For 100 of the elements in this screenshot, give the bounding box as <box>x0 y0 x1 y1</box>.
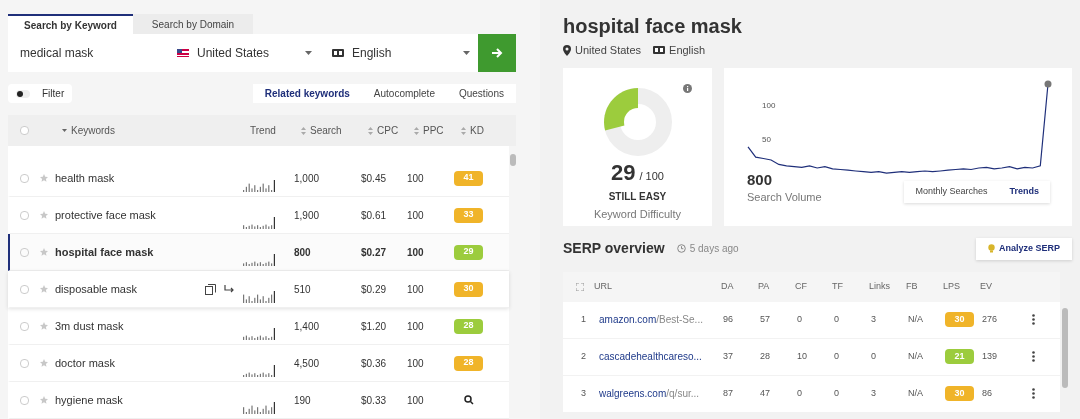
metric-value: 57 <box>760 312 771 326</box>
kebab-menu-icon[interactable] <box>1032 388 1035 399</box>
cpc-value: $0.29 <box>361 282 388 297</box>
ppc-value: 100 <box>407 393 425 408</box>
keyword-text[interactable]: 3m dust mask <box>55 317 124 335</box>
star-icon[interactable] <box>40 248 48 256</box>
keyword-text[interactable]: disposable mask <box>55 280 137 298</box>
search-tab[interactable]: Search by Keyword <box>8 14 133 35</box>
search-volume: 190 <box>294 393 312 408</box>
checkbox[interactable] <box>20 173 29 183</box>
metric-value: 0 <box>871 349 877 363</box>
checkbox[interactable] <box>20 321 29 331</box>
keyword-input[interactable]: medical mask <box>8 44 165 63</box>
filter-toggle[interactable]: Filter <box>8 84 73 104</box>
caret-icon <box>305 51 312 56</box>
star-icon[interactable] <box>40 285 48 293</box>
axis-label: 50 <box>762 133 772 146</box>
keyword-text[interactable]: health mask <box>55 169 115 187</box>
search-icon[interactable] <box>464 395 474 405</box>
volume-tab[interactable]: Trends <box>998 180 1050 203</box>
metric-value: 47 <box>760 386 771 400</box>
url-link[interactable]: amazon.com/Best-Se... <box>599 312 723 327</box>
ev-value: 139 <box>982 349 999 363</box>
star-icon[interactable] <box>40 174 48 182</box>
sort-icon[interactable] <box>368 127 373 136</box>
keyword-row[interactable]: disposable mask 510 $0.29 100 30 <box>8 271 509 308</box>
trend-sparkline <box>243 289 277 303</box>
search-header[interactable]: Search <box>301 123 368 139</box>
ppc-value: 100 <box>407 245 425 260</box>
star-icon[interactable] <box>40 396 48 404</box>
kd-header[interactable]: KD <box>461 123 484 139</box>
star-icon[interactable] <box>40 359 48 367</box>
sort-icon[interactable] <box>301 127 306 136</box>
search-volume: 4,500 <box>294 356 321 371</box>
keyword-row[interactable]: hospital face mask 800 $0.27 100 29 <box>8 234 509 271</box>
checkbox[interactable] <box>20 358 29 368</box>
list-tab[interactable]: Autocomplete <box>361 84 447 104</box>
metric-value: N/A <box>908 349 924 363</box>
point-marker <box>1044 80 1052 87</box>
caret-icon <box>463 51 470 56</box>
keyword-text[interactable]: hospital face mask <box>55 243 154 261</box>
keyword-row[interactable]: 3m dust mask 1,400 $1.20 100 28 <box>8 308 509 345</box>
column-header: PA <box>758 279 771 293</box>
ev-value: 86 <box>982 386 993 400</box>
keyword-text[interactable]: hygiene mask <box>55 391 123 409</box>
url-link[interactable]: walgreens.com/q/sur... <box>599 386 723 401</box>
ppc-value: 100 <box>407 282 425 297</box>
volume-value: 800 <box>747 170 774 189</box>
trend-sparkline <box>243 215 277 229</box>
keyword-text[interactable]: protective face mask <box>55 206 156 224</box>
country-text: United States <box>575 43 642 58</box>
cpc-value: $0.61 <box>361 208 388 223</box>
ppc-value: 100 <box>407 319 425 334</box>
cpc-value: $1.20 <box>361 319 388 334</box>
trend-sparkline <box>243 252 277 266</box>
bulb-icon <box>987 244 995 253</box>
expand-icon[interactable] <box>576 282 584 291</box>
sort-icon[interactable] <box>461 127 466 136</box>
kebab-menu-icon[interactable] <box>1032 351 1035 362</box>
scrollbar-thumb[interactable] <box>510 154 516 166</box>
metric-value: 0 <box>834 349 840 363</box>
checkbox[interactable] <box>20 210 29 220</box>
keywords-header[interactable]: Keywords <box>71 123 115 139</box>
search-tab[interactable]: Search by Domain <box>133 14 253 35</box>
keyword-row[interactable]: hygiene mask 190 $0.33 100 <box>8 382 509 419</box>
keyword-row[interactable]: health mask 1,000 $0.45 100 41 <box>8 160 509 197</box>
rank-number: 2 <box>581 349 587 363</box>
language-icon <box>653 46 666 55</box>
search-volume: 800 <box>294 245 312 260</box>
list-tab[interactable]: Related keywords <box>252 84 362 104</box>
analyze-serp-button[interactable]: Analyze SERP <box>975 237 1072 260</box>
volume-tab[interactable]: Monthly Searches <box>904 180 999 203</box>
url-link[interactable]: cascadehealthcareso... <box>599 349 723 364</box>
kebab-menu-icon[interactable] <box>1032 314 1035 325</box>
info-icon[interactable] <box>683 83 692 93</box>
search-volume: 510 <box>294 282 312 297</box>
ppc-value: 100 <box>407 356 425 371</box>
kd-badge: 29 <box>454 244 483 260</box>
ev-value: 276 <box>982 312 999 326</box>
list-tab[interactable]: Questions <box>446 84 516 104</box>
checkbox[interactable] <box>20 126 29 136</box>
keyword-text[interactable]: doctor mask <box>55 354 115 372</box>
lps-badge: 30 <box>945 312 974 327</box>
arrow-right-icon <box>491 47 503 60</box>
search-button[interactable] <box>478 34 516 73</box>
star-icon[interactable] <box>40 211 48 219</box>
ppc-header[interactable]: PPC <box>414 123 461 139</box>
checkbox[interactable] <box>20 395 29 405</box>
cpc-header[interactable]: CPC <box>368 123 414 139</box>
arrow-icon[interactable] <box>224 285 235 293</box>
copy-icon[interactable] <box>205 283 216 295</box>
metric-value: 0 <box>834 312 840 326</box>
sort-icon[interactable] <box>414 127 419 136</box>
star-icon[interactable] <box>40 322 48 330</box>
metric-value: N/A <box>908 386 924 400</box>
language-select[interactable]: English <box>320 34 478 73</box>
keyword-row[interactable]: doctor mask 4,500 $0.36 100 28 <box>8 345 509 382</box>
checkbox[interactable] <box>20 284 29 294</box>
checkbox[interactable] <box>20 247 29 257</box>
scrollbar-thumb[interactable] <box>1062 307 1068 388</box>
